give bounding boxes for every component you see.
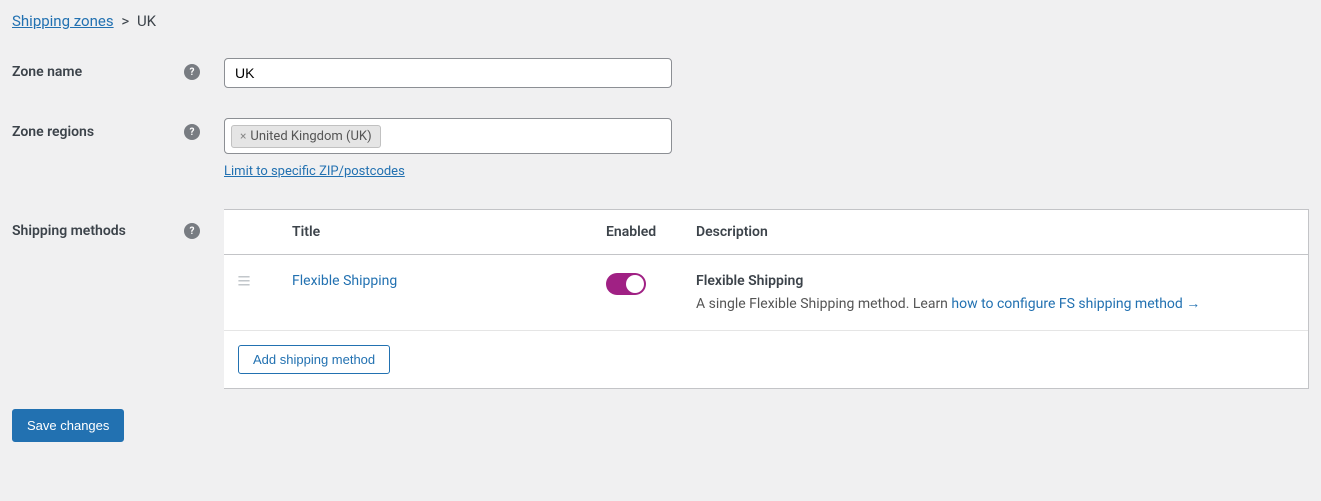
shipping-methods-row: Shipping methods ? Title Enabled Descrip… bbox=[12, 209, 1309, 389]
enabled-toggle[interactable] bbox=[606, 273, 646, 295]
breadcrumb-parent-link[interactable]: Shipping zones bbox=[12, 12, 114, 30]
shipping-methods-label: Shipping methods bbox=[12, 223, 184, 239]
method-desc-link[interactable]: how to configure FS shipping method → bbox=[951, 296, 1200, 312]
drag-handle-icon[interactable] bbox=[224, 255, 264, 331]
region-tag: × United Kingdom (UK) bbox=[231, 125, 381, 148]
zone-name-input[interactable] bbox=[224, 58, 672, 88]
zone-regions-label: Zone regions bbox=[12, 124, 184, 140]
method-desc-title: Flexible Shipping bbox=[696, 273, 1296, 289]
toggle-knob bbox=[626, 275, 644, 293]
region-tag-label: United Kingdom (UK) bbox=[250, 129, 371, 144]
table-header-title: Title bbox=[264, 210, 594, 255]
table-header-sort bbox=[224, 210, 264, 255]
zone-regions-input[interactable]: × United Kingdom (UK) bbox=[224, 118, 672, 154]
breadcrumb-current: UK bbox=[137, 12, 156, 30]
table-header-enabled: Enabled bbox=[594, 210, 684, 255]
shipping-methods-table: Title Enabled Description Flexible Shipp… bbox=[224, 209, 1309, 389]
breadcrumb-separator: > bbox=[121, 12, 129, 30]
limit-postcodes-link[interactable]: Limit to specific ZIP/postcodes bbox=[224, 164, 405, 179]
save-changes-button[interactable]: Save changes bbox=[12, 409, 124, 442]
table-header-description: Description bbox=[684, 210, 1308, 255]
add-shipping-method-button[interactable]: Add shipping method bbox=[238, 345, 390, 374]
method-title-link[interactable]: Flexible Shipping bbox=[292, 273, 397, 289]
zone-name-label: Zone name bbox=[12, 64, 184, 80]
breadcrumb: Shipping zones > UK bbox=[12, 12, 1309, 30]
zone-regions-row: Zone regions ? × United Kingdom (UK) Lim… bbox=[12, 118, 1309, 179]
help-icon[interactable]: ? bbox=[184, 223, 200, 239]
help-icon[interactable]: ? bbox=[184, 64, 200, 80]
method-desc-text: A single Flexible Shipping method. Learn bbox=[696, 296, 951, 312]
help-icon[interactable]: ? bbox=[184, 124, 200, 140]
table-row: Flexible Shipping Flexible Shipping A si… bbox=[224, 255, 1308, 331]
close-icon[interactable]: × bbox=[240, 129, 246, 143]
zone-name-row: Zone name ? bbox=[12, 58, 1309, 88]
